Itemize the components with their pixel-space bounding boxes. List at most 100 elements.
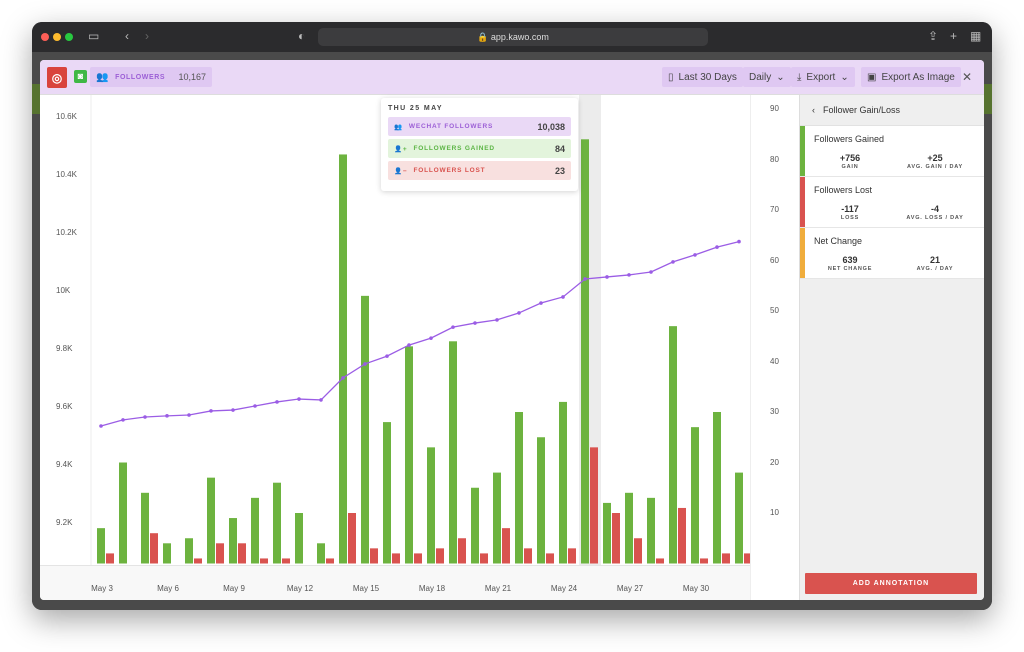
bar-gained (207, 477, 215, 564)
sidebar-icon[interactable]: ▭ (88, 29, 99, 43)
export-dropdown[interactable]: ⤓ Export ⌄ (791, 67, 855, 87)
followers-point (319, 398, 323, 402)
bar-lost (238, 543, 246, 564)
right-tick-label: 30 (770, 407, 779, 416)
bar-gained (427, 447, 435, 564)
bar-gained (97, 528, 105, 564)
chevron-left-icon[interactable]: ‹ (812, 105, 815, 115)
bar-gained (361, 295, 369, 564)
followers-point (121, 418, 125, 422)
calendar-icon: ▯ (668, 71, 674, 83)
followers-point (341, 376, 345, 380)
x-tick-label: May 27 (616, 584, 644, 593)
right-tick-label: 70 (770, 205, 779, 214)
bar-lost (458, 538, 466, 564)
x-axis: May 3 May 6 May 9 May 12 May 15 May 18 May 21 M… (40, 565, 750, 600)
right-tick-label: 40 (770, 356, 779, 366)
followers-point (385, 354, 389, 358)
bar-gained (163, 543, 171, 564)
bar-gained (449, 341, 457, 564)
stat-average: +25 AVG. GAIN / DAY (895, 153, 975, 170)
users-icon: 👥 (394, 123, 403, 131)
shield-icon[interactable]: ◐ (298, 29, 305, 43)
x-tick-label: May 15 (352, 584, 380, 593)
followers-point (605, 275, 609, 279)
tooltip-label: FOLLOWERS LOST (413, 167, 486, 174)
followers-point (495, 318, 499, 322)
bar-lost (106, 553, 114, 564)
side-panel: ‹ Follower Gain/Loss Followers Gained +75… (800, 95, 984, 600)
bar-gained (625, 492, 633, 564)
card-title: Followers Gained (814, 134, 885, 144)
forward-icon[interactable]: › (145, 29, 149, 43)
bar-gained (515, 412, 523, 564)
bar-lost (656, 558, 664, 564)
side-panel-title: Follower Gain/Loss (823, 105, 901, 115)
stat-value: +25 (927, 153, 943, 163)
image-icon: ▣ (867, 71, 877, 83)
address-bar[interactable]: 🔒 app.kawo.com (318, 28, 708, 46)
left-axis-area (40, 95, 91, 565)
bar-gained (471, 487, 479, 564)
export-image-button[interactable]: ▣ Export As Image (861, 67, 961, 87)
bar-gained (141, 492, 149, 564)
bar-gained (295, 513, 303, 564)
bar-lost (150, 533, 158, 564)
new-tab-icon[interactable]: + (950, 29, 957, 43)
tab-overview-icon[interactable]: ▦ (970, 29, 981, 43)
followers-point (143, 415, 147, 419)
interval-dropdown[interactable]: Daily ⌄ (743, 67, 791, 87)
bar-gained (383, 422, 391, 564)
add-annotation-button[interactable]: ADD ANNOTATION (805, 573, 977, 594)
side-panel-header[interactable]: ‹ Follower Gain/Loss (800, 95, 984, 126)
bar-lost (722, 553, 730, 564)
tooltip-label: FOLLOWERS GAINED (413, 145, 495, 152)
stat-label: NET CHANGE (827, 266, 873, 272)
tooltip-row-lost: 👤− FOLLOWERS LOST 23 (388, 161, 571, 180)
left-tick-label: 9.6K (56, 402, 73, 411)
left-tick-label: 9.2K (56, 518, 73, 527)
bar-gained (493, 472, 501, 564)
bar-lost (678, 507, 686, 564)
card-color-bar (800, 228, 805, 278)
maximize-window-button[interactable] (65, 33, 73, 41)
bar-lost (524, 548, 532, 564)
bar-gained (647, 497, 655, 564)
stat-average: 21 AVG. / DAY (895, 255, 975, 272)
bar-lost (612, 513, 620, 564)
right-tick-label: 90 (770, 104, 779, 113)
date-range-button[interactable]: ▯ Last 30 Days (662, 67, 743, 87)
stat-value: +756 (839, 153, 861, 163)
left-tick-label: 10K (56, 286, 71, 295)
close-modal-button[interactable]: ✕ (962, 70, 972, 84)
bar-gained (251, 497, 259, 564)
followers-point (693, 253, 697, 257)
url-text: app.kawo.com (490, 32, 549, 42)
browser-titlebar: ▭ ‹ › ◐ 🔒 app.kawo.com ⇪ + ▦ (32, 22, 992, 52)
stat-average: -4 AVG. LOSS / DAY (895, 204, 975, 221)
user-plus-icon: 👤+ (394, 145, 408, 153)
minimize-window-button[interactable] (53, 33, 61, 41)
stat-label: LOSS (840, 215, 860, 221)
share-icon[interactable]: ⇪ (928, 29, 938, 43)
stat-card: Followers Lost -117 LOSS -4 AVG. LOSS / DA… (800, 177, 984, 228)
bar-lost (370, 548, 378, 564)
followers-chip[interactable]: 👥 FOLLOWERS 10,167 (90, 67, 212, 87)
back-icon[interactable]: ‹ (125, 29, 129, 43)
export-label: Export (806, 71, 836, 83)
followers-label: FOLLOWERS (115, 73, 166, 81)
followers-point (715, 245, 719, 249)
stat-label: AVG. / DAY (916, 266, 954, 272)
bar-gained (691, 427, 699, 564)
tooltip-value: 23 (554, 165, 565, 176)
followers-point (429, 336, 433, 340)
x-tick-label: May 6 (157, 584, 179, 593)
stat-card: Followers Gained +756 GAIN +25 AVG. GAIN /… (800, 126, 984, 177)
tooltip-label: WECHAT FOLLOWERS (408, 123, 494, 130)
right-tick-label: 20 (770, 457, 779, 467)
bar-lost (260, 558, 268, 564)
followers-point (627, 273, 631, 277)
bar-gained (185, 538, 193, 564)
stat-card: Net Change 639 NET CHANGE 21 AVG. / DAY (800, 228, 984, 279)
close-window-button[interactable] (41, 33, 49, 41)
